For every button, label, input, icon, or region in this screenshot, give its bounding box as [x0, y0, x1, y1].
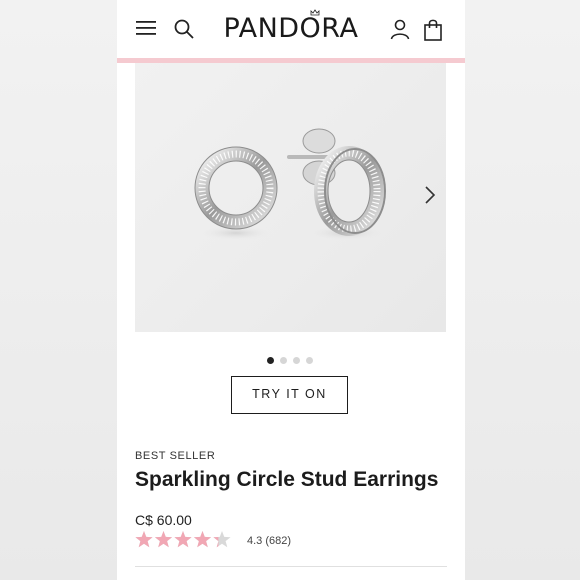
gallery-pagination [267, 357, 317, 365]
try-it-on-button[interactable]: TRY IT ON [231, 376, 348, 414]
product-image-gallery[interactable] [135, 63, 446, 332]
hamburger-menu-icon[interactable] [136, 20, 156, 36]
star-2-filled [154, 531, 173, 548]
earrings-product-image [194, 128, 386, 240]
rating-value: 4.3 [247, 535, 263, 547]
logo-text: PANDORA [223, 13, 359, 44]
product-title: Sparkling Circle Stud Earrings [135, 468, 439, 491]
star-3-filled [174, 531, 192, 548]
pagination-dot-1[interactable] [267, 357, 274, 364]
account-icon[interactable] [389, 18, 411, 40]
rating-stars[interactable] [135, 530, 235, 550]
pandora-logo[interactable]: PANDORA [215, 9, 367, 49]
star-4-filled [193, 531, 212, 548]
search-icon[interactable] [173, 18, 195, 40]
site-header: PANDORA [117, 0, 465, 63]
chevron-right-icon[interactable] [422, 183, 438, 207]
review-count: (682) [265, 535, 292, 547]
pagination-dot-3[interactable] [293, 357, 300, 364]
background-right [465, 0, 580, 580]
product-price: C$ 60.00 [135, 512, 192, 528]
crown-icon [310, 9, 320, 16]
best-seller-badge: BEST SELLER [135, 450, 216, 462]
rating-summary[interactable]: 4.3 (682) [247, 535, 291, 547]
pagination-dot-4[interactable] [306, 357, 313, 364]
star-1-filled [135, 531, 153, 548]
pagination-dot-2[interactable] [280, 357, 287, 364]
mobile-page: PANDORA TRY IT ON BEST SELLER Sparkling … [117, 0, 465, 580]
divider [135, 566, 447, 567]
background-left [0, 0, 117, 580]
shopping-bag-icon[interactable] [423, 18, 443, 42]
